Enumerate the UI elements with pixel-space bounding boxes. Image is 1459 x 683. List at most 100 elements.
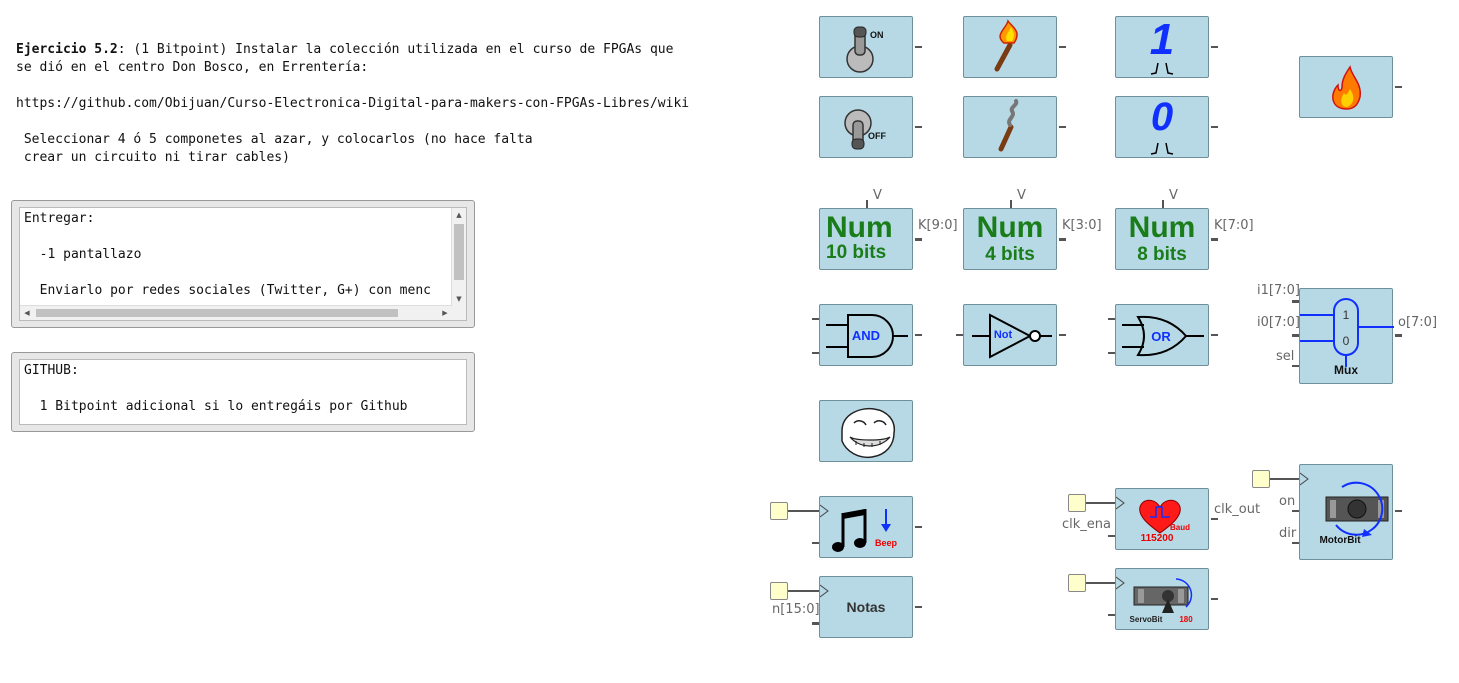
switch-off-out-pin[interactable]: [915, 126, 922, 128]
torch-off-out-pin[interactable]: [1059, 126, 1066, 128]
and-out-pin[interactable]: [915, 334, 922, 336]
num4-bits: 4 bits: [985, 244, 1035, 265]
heart-input-button[interactable]: [1068, 494, 1086, 512]
horizontal-scroll-thumb[interactable]: [36, 309, 398, 317]
note-github-textarea[interactable]: GITHUB: 1 Bitpoint adicional si lo entre…: [19, 359, 467, 425]
torch-on-block[interactable]: [963, 16, 1057, 78]
constant-one-block[interactable]: 1: [1115, 15, 1209, 78]
constant-one-out-pin[interactable]: [1211, 46, 1218, 48]
num10-out-pin[interactable]: [915, 238, 922, 241]
not-out-pin[interactable]: [1059, 334, 1066, 336]
heart-out-pin[interactable]: [1211, 518, 1218, 520]
course-url[interactable]: https://github.com/Obijuan/Curso-Electro…: [16, 96, 689, 111]
beep-block[interactable]: Beep: [819, 496, 913, 558]
vertical-scrollbar[interactable]: ▲ ▼: [451, 208, 466, 306]
torch-lit-icon: [994, 19, 1018, 72]
servo-in-pin-2[interactable]: [1108, 614, 1115, 616]
servo-in-wire: [1086, 582, 1115, 584]
num10-block[interactable]: Num 10 bits: [819, 208, 913, 270]
beep-in-pin-2[interactable]: [812, 542, 819, 544]
not-in-pin[interactable]: [956, 334, 963, 336]
motor-on-pin[interactable]: [1292, 510, 1299, 512]
scroll-up-icon[interactable]: ▲: [452, 208, 466, 222]
note-entregar-textarea[interactable]: Entregar: -1 pantallazo Enviarlo por red…: [19, 207, 467, 321]
notas-out-pin[interactable]: [915, 606, 922, 608]
num4-out-pin[interactable]: [1059, 238, 1066, 241]
heart-in-pin-2[interactable]: [1108, 535, 1115, 537]
mux-out-pin[interactable]: [1395, 334, 1402, 337]
mux-in1-pin[interactable]: [1292, 300, 1299, 303]
constant-zero-block[interactable]: 0: [1115, 95, 1209, 158]
beep-label: Beep: [874, 538, 897, 548]
torch-off-block[interactable]: [963, 96, 1057, 158]
torch-on-out-pin[interactable]: [1059, 46, 1066, 48]
exercise-title: Ejercicio 5.2: [16, 42, 118, 57]
num8-top-pin[interactable]: [1162, 200, 1164, 208]
motorbit-block[interactable]: MotorBit: [1299, 464, 1393, 560]
or-in-pin-a[interactable]: [1108, 318, 1115, 320]
note-entregar[interactable]: Entregar: -1 pantallazo Enviarlo por red…: [11, 200, 475, 328]
note-github-line1: GITHUB:: [24, 363, 79, 378]
motor-dir-pin[interactable]: [1292, 542, 1299, 544]
beep-out-pin[interactable]: [915, 526, 922, 528]
notas-input-button[interactable]: [770, 582, 788, 600]
mux-out-label: o[7:0]: [1398, 315, 1438, 330]
fire-out-pin[interactable]: [1395, 86, 1402, 88]
beep-input-button[interactable]: [770, 502, 788, 520]
beep-in-wire: [788, 510, 819, 512]
and-in-pin-b[interactable]: [812, 352, 819, 354]
exercise-line5: crear un circuito ni tirar cables): [16, 150, 290, 165]
switch-on-label: ON: [870, 30, 884, 40]
num8-out-pin[interactable]: [1211, 238, 1218, 241]
notas-in-label: n[15:0]: [772, 602, 820, 617]
constant-zero-out-pin[interactable]: [1211, 126, 1218, 128]
servo-input-button[interactable]: [1068, 574, 1086, 592]
servobit-block[interactable]: ServoBit 180: [1115, 568, 1209, 630]
mux-block[interactable]: 1 0 Mux: [1299, 288, 1394, 384]
num10-title: Num: [826, 211, 893, 244]
num4-title: Num: [976, 211, 1044, 244]
mux-name-label: Mux: [1334, 363, 1358, 377]
troll-face-block[interactable]: [819, 400, 913, 462]
servo-out-pin[interactable]: [1211, 598, 1218, 600]
mux-in0-pin[interactable]: [1292, 334, 1299, 337]
note-entregar-text: Entregar: -1 pantallazo Enviarlo por red…: [24, 210, 431, 300]
scroll-left-icon[interactable]: ◀: [20, 306, 34, 320]
num8-out-label: K[7:0]: [1214, 218, 1254, 233]
or-gate-block[interactable]: OR: [1115, 304, 1209, 366]
mux-zero-label: 0: [1342, 334, 1350, 348]
vertical-scroll-thumb[interactable]: [454, 224, 464, 280]
num8-block[interactable]: Num 8 bits: [1115, 208, 1209, 270]
num4-top-pin[interactable]: [1010, 200, 1012, 208]
switch-on-out-pin[interactable]: [915, 46, 922, 48]
not-gate-block[interactable]: Not: [963, 304, 1057, 366]
motor-out-pin[interactable]: [1395, 510, 1402, 512]
toggle-switch-on-icon: [846, 26, 874, 73]
exercise-description: Ejercicio 5.2: (1 Bitpoint) Instalar la …: [16, 41, 689, 167]
num4-block[interactable]: Num 4 bits: [963, 208, 1057, 270]
notas-in-pin[interactable]: [812, 622, 819, 625]
or-out-pin[interactable]: [1211, 334, 1218, 336]
or-gate-label: OR: [1151, 329, 1171, 344]
motor-in-wire: [1270, 478, 1299, 480]
num10-top-pin[interactable]: [866, 200, 868, 208]
mux-sel-pin[interactable]: [1292, 365, 1299, 367]
heart-in-wire: [1086, 502, 1115, 504]
not-gate-label: Not: [993, 329, 1013, 341]
heart-serial-block[interactable]: Baud 115200: [1115, 488, 1209, 550]
switch-on-block[interactable]: ON: [819, 16, 913, 78]
heart-out-label: clk_out: [1214, 502, 1261, 517]
switch-off-block[interactable]: OFF: [819, 96, 913, 158]
notas-block[interactable]: Notas: [819, 576, 913, 638]
and-gate-block[interactable]: AND: [819, 304, 913, 366]
and-in-pin-a[interactable]: [812, 318, 819, 320]
scroll-down-icon[interactable]: ▼: [452, 292, 466, 306]
note-github[interactable]: GITHUB: 1 Bitpoint adicional si lo entre…: [11, 352, 475, 432]
num8-top-label: V: [1169, 188, 1178, 203]
or-in-pin-b[interactable]: [1108, 352, 1115, 354]
fire-block[interactable]: [1299, 56, 1393, 118]
scroll-corner: [452, 306, 466, 320]
motor-input-button[interactable]: [1252, 470, 1270, 488]
horizontal-scrollbar[interactable]: ◀ ▶: [20, 305, 452, 320]
scroll-right-icon[interactable]: ▶: [438, 306, 452, 320]
